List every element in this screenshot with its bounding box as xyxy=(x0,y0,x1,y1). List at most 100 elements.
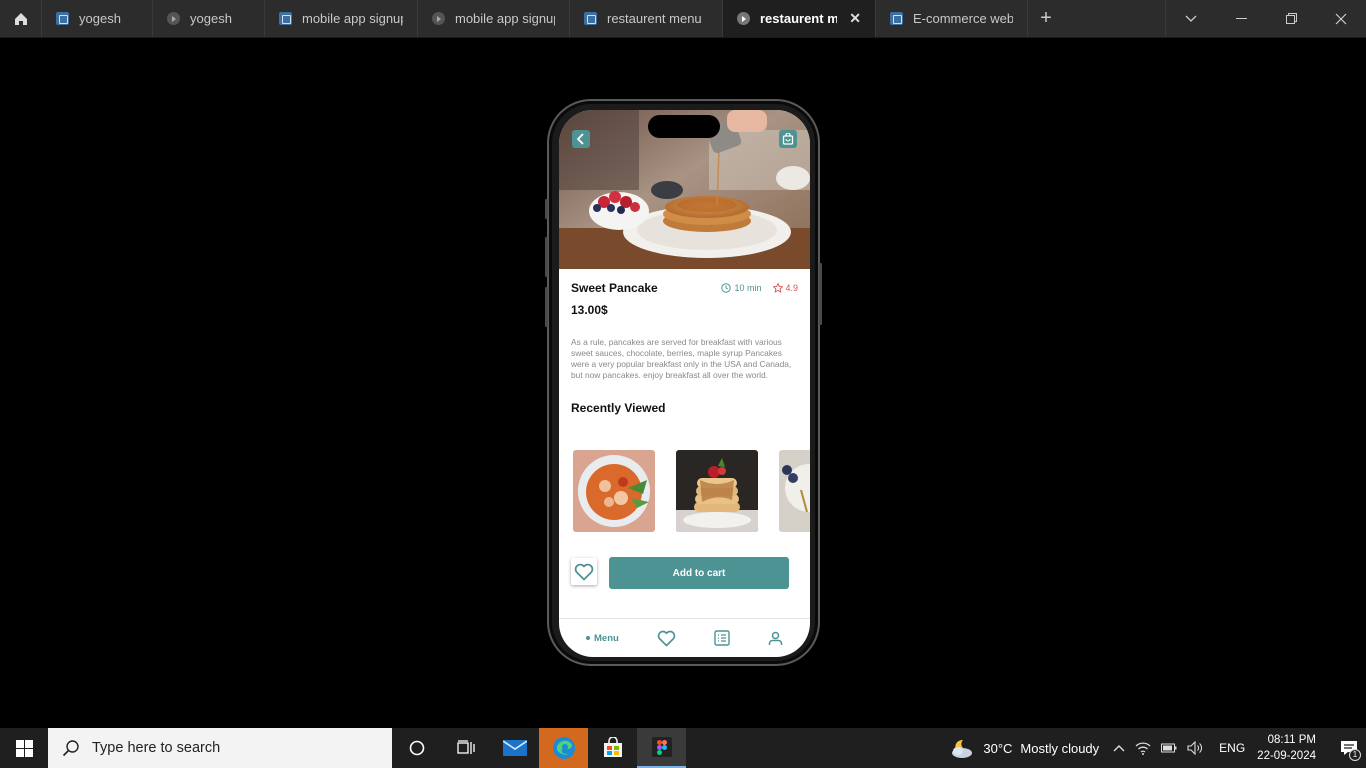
active-dot-indicator xyxy=(586,636,591,640)
chevron-down-icon xyxy=(1185,15,1197,22)
figma-file-icon xyxy=(279,12,292,25)
nav-orders-tab[interactable] xyxy=(714,630,730,646)
app-screen: Sweet Pancake 10 min 4.9 13.00$ As a rul… xyxy=(559,110,810,657)
nav-menu-tab[interactable]: Menu xyxy=(586,633,619,644)
bottom-navigation: Menu xyxy=(559,618,810,657)
rating: 4.9 xyxy=(773,283,798,293)
edge-browser-button[interactable] xyxy=(539,728,588,768)
chevron-up-icon[interactable] xyxy=(1113,744,1125,752)
user-icon xyxy=(768,631,783,645)
rating-value: 4.9 xyxy=(785,283,798,293)
mail-icon xyxy=(502,740,527,756)
figma-file-icon xyxy=(890,12,903,25)
tray-icons xyxy=(1113,741,1215,755)
weather-widget[interactable]: 30°C Mostly cloudy xyxy=(949,737,1113,759)
home-icon xyxy=(14,12,27,25)
nav-favorites-tab[interactable] xyxy=(657,630,676,647)
tab-label: yogesh xyxy=(79,11,121,26)
shopping-bag-icon xyxy=(782,133,794,145)
new-tab-button[interactable]: + xyxy=(1028,0,1064,37)
dish-meta: 10 min 4.9 xyxy=(721,283,798,293)
clock-time: 08:11 PM xyxy=(1267,734,1316,746)
minimize-button[interactable] xyxy=(1216,0,1266,37)
start-button[interactable] xyxy=(0,728,48,768)
input-language[interactable]: ENG xyxy=(1215,741,1257,755)
phone-volume-down xyxy=(545,287,548,327)
add-to-cart-button[interactable]: Add to cart xyxy=(609,557,789,589)
tab-label: E-commerce webs xyxy=(913,11,1013,26)
home-button[interactable] xyxy=(0,0,42,37)
tab-label: mobile app signup xyxy=(302,11,403,26)
prep-time-value: 10 min xyxy=(734,283,762,293)
dish-title-row: Sweet Pancake 10 min 4.9 xyxy=(571,281,798,295)
search-placeholder: Type here to search xyxy=(92,740,221,756)
task-view-button[interactable] xyxy=(441,728,490,768)
system-tray: 30°C Mostly cloudy ENG 08:11 PM 22-09-20… xyxy=(949,728,1366,768)
battery-icon[interactable] xyxy=(1161,743,1177,753)
tab-restaurent-menu-prototype[interactable]: restaurent menu ✕ xyxy=(723,0,876,37)
prototype-play-icon xyxy=(737,12,750,25)
figma-icon xyxy=(651,737,672,757)
recently-viewed-title: Recently Viewed xyxy=(571,401,666,415)
edge-browser-icon xyxy=(552,737,575,759)
phone-frame: Sweet Pancake 10 min 4.9 13.00$ As a rul… xyxy=(545,99,822,666)
mail-app-button[interactable] xyxy=(490,728,539,768)
phone-volume-up xyxy=(545,237,548,277)
shopping-bag-button[interactable] xyxy=(779,130,797,148)
cortana-button[interactable] xyxy=(392,728,441,768)
microsoft-store-button[interactable] xyxy=(588,728,637,768)
partly-cloudy-night-icon xyxy=(952,739,973,758)
heart-icon xyxy=(574,563,594,580)
tab-yogesh-file[interactable]: yogesh xyxy=(42,0,153,37)
taskbar-clock[interactable]: 08:11 PM 22-09-2024 xyxy=(1257,732,1332,764)
tab-mobile-app-signup-prototype[interactable]: mobile app signup xyxy=(418,0,570,37)
recent-item-partial[interactable] xyxy=(779,450,810,532)
close-window-button[interactable] xyxy=(1316,0,1366,37)
prototype-play-icon xyxy=(432,12,445,25)
star-icon xyxy=(773,283,784,293)
phone-action-button xyxy=(545,199,548,219)
restore-button[interactable] xyxy=(1266,0,1316,37)
weather-desc: Mostly cloudy xyxy=(1020,740,1100,756)
dish-details: Sweet Pancake 10 min 4.9 13.00$ As a rul… xyxy=(571,281,798,415)
figma-app-button[interactable] xyxy=(637,728,686,768)
back-button[interactable] xyxy=(572,130,590,148)
prep-time: 10 min xyxy=(721,283,761,293)
wifi-icon[interactable] xyxy=(1135,741,1151,755)
store-icon xyxy=(603,737,622,757)
nav-profile-tab[interactable] xyxy=(768,631,783,646)
tab-list-button[interactable] xyxy=(1166,0,1216,37)
taskbar-search-box[interactable]: Type here to search xyxy=(48,728,392,768)
recent-item-pancakes[interactable] xyxy=(676,450,758,532)
figma-file-icon xyxy=(56,12,69,25)
cortana-icon xyxy=(409,740,424,756)
tab-restaurent-menu-file[interactable]: restaurent menu xyxy=(570,0,723,37)
tab-label: restaurent menu xyxy=(607,11,702,26)
dynamic-island xyxy=(648,115,720,138)
windows-logo-icon xyxy=(15,739,33,757)
dish-price: 13.00$ xyxy=(571,303,608,317)
notification-center-button[interactable]: 1 xyxy=(1332,728,1366,768)
favorite-button[interactable] xyxy=(571,558,597,585)
windows-taskbar: Type here to search 30°C Mostly cloudy E… xyxy=(0,728,1366,768)
clock-icon xyxy=(721,283,732,293)
heart-icon xyxy=(657,630,676,646)
volume-icon[interactable] xyxy=(1187,741,1203,755)
tab-mobile-app-signup-file[interactable]: mobile app signup xyxy=(265,0,418,37)
browser-tab-bar: yogesh yogesh mobile app signup mobile a… xyxy=(0,0,1366,38)
dish-description: As a rule, pancakes are served for break… xyxy=(571,337,792,380)
prototype-play-icon xyxy=(167,12,180,25)
notification-count-badge: 1 xyxy=(1349,749,1361,761)
search-icon xyxy=(62,740,79,757)
tab-yogesh-prototype[interactable]: yogesh xyxy=(153,0,265,37)
tab-label: yogesh xyxy=(190,11,232,26)
recently-viewed-list xyxy=(573,450,810,532)
restore-icon xyxy=(1285,13,1297,24)
recent-item-curry[interactable] xyxy=(573,450,655,532)
tab-label: mobile app signup xyxy=(455,11,555,26)
phone-power-button xyxy=(819,263,822,325)
clock-date: 22-09-2024 xyxy=(1257,750,1316,762)
tab-ecommerce-file[interactable]: E-commerce webs xyxy=(876,0,1028,37)
task-view-icon xyxy=(456,740,475,754)
close-tab-icon[interactable]: ✕ xyxy=(849,10,861,27)
